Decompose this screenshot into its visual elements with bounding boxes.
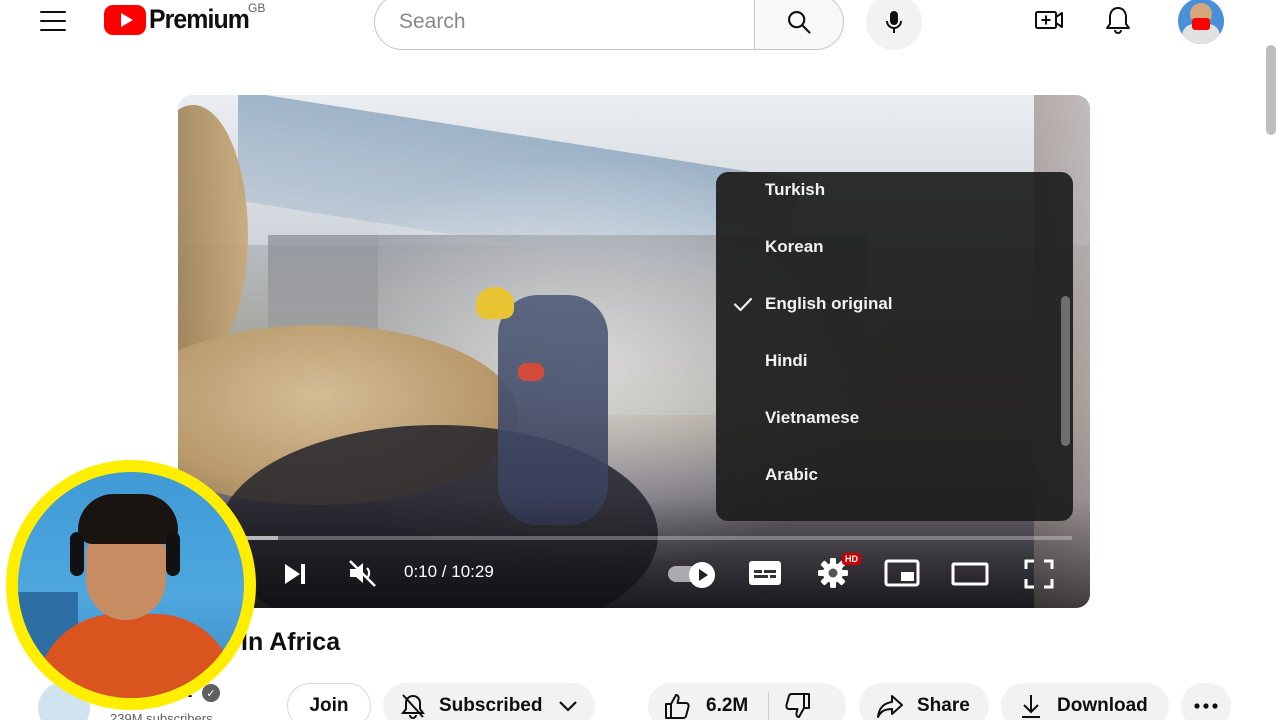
skip-next-icon — [285, 564, 305, 584]
logo-text: Premium — [149, 4, 250, 34]
account-avatar[interactable] — [1178, 0, 1224, 44]
like-count: 6.2M — [706, 695, 749, 716]
fullscreen-button[interactable] — [1022, 557, 1056, 591]
menu-item-arabic[interactable]: Arabic — [716, 446, 1056, 503]
menu-item-vietnamese[interactable]: Vietnamese — [716, 389, 1056, 446]
volume-muted-icon — [349, 560, 376, 587]
create-video-icon — [1035, 11, 1063, 29]
download-label: Download — [1057, 695, 1148, 716]
thumbs-up-icon — [665, 694, 690, 719]
menu-item-label: English original — [765, 293, 893, 313]
like-dislike-group: 6.2M — [648, 683, 846, 720]
share-icon — [875, 692, 905, 720]
search-button[interactable] — [754, 0, 844, 50]
next-button[interactable] — [280, 560, 310, 588]
menu-item-label: Korean — [765, 236, 824, 256]
divider — [768, 692, 770, 720]
more-horizontal-icon — [1194, 703, 1218, 709]
menu-item-english-original[interactable]: English original — [716, 275, 1056, 332]
dislike-button[interactable] — [783, 691, 813, 720]
notifications-button[interactable] — [1102, 4, 1134, 36]
chevron-down-icon — [558, 699, 578, 713]
region-code: GB — [248, 1, 266, 15]
theater-mode-button[interactable] — [951, 560, 989, 588]
bell-off-icon — [399, 692, 427, 720]
page-scrollbar[interactable] — [1266, 45, 1276, 135]
menu-item-turkish[interactable]: Turkish — [716, 172, 1056, 218]
menu-item-label: Vietnamese — [765, 407, 860, 427]
thumbs-down-icon — [785, 693, 811, 718]
time-display: 0:10 / 10:29 — [404, 562, 494, 581]
search-icon — [788, 11, 811, 34]
captions-icon — [749, 561, 781, 585]
voice-search-button[interactable] — [866, 0, 922, 50]
microphone-icon — [886, 11, 902, 33]
youtube-premium-logo[interactable]: Premium — [104, 4, 258, 35]
bell-icon — [1106, 7, 1130, 34]
menu-icon[interactable] — [38, 10, 68, 32]
audio-track-menu: Turkish Korean English original Hindi Vi… — [716, 172, 1073, 521]
subscribed-button[interactable]: Subscribed — [383, 683, 595, 720]
miniplayer-button[interactable] — [884, 558, 920, 588]
share-label: Share — [917, 695, 970, 716]
menu-scrollbar-thumb[interactable] — [1061, 296, 1070, 446]
more-actions-button[interactable] — [1181, 683, 1231, 720]
webcam-overlay — [6, 460, 256, 710]
join-button[interactable]: Join — [287, 683, 371, 720]
download-button[interactable]: Download — [1001, 683, 1169, 720]
create-button[interactable] — [1033, 4, 1065, 36]
menu-item-korean[interactable]: Korean — [716, 218, 1056, 275]
youtube-logo-icon — [104, 4, 146, 35]
hd-badge: HD — [842, 553, 861, 565]
fullscreen-icon — [1024, 559, 1054, 589]
youtube-watch-page: Premium GB Search Turkish Korean English… — [0, 0, 1280, 720]
checkmark-icon — [733, 297, 753, 311]
menu-item-hindi[interactable]: Hindi — [716, 332, 1056, 389]
menu-item-label: Hindi — [765, 350, 808, 370]
search-input[interactable]: Search — [374, 0, 754, 50]
share-button[interactable]: Share — [859, 683, 989, 720]
play-icon — [699, 569, 708, 581]
subtitles-button[interactable] — [746, 558, 784, 588]
menu-item-label: Arabic — [765, 464, 818, 484]
miniplayer-icon — [884, 559, 920, 587]
mute-button[interactable] — [346, 558, 378, 588]
subscribed-label: Subscribed — [439, 695, 543, 716]
menu-item-label: Turkish — [765, 179, 826, 199]
download-icon — [1019, 692, 1043, 720]
search-bar: Search — [374, 0, 844, 50]
progress-bar[interactable] — [190, 536, 1072, 540]
autoplay-toggle[interactable] — [668, 562, 718, 588]
join-label: Join — [309, 695, 349, 716]
like-button[interactable] — [662, 691, 692, 720]
theater-mode-icon — [951, 562, 989, 586]
video-title: In Africa — [241, 628, 341, 656]
subscriber-count: 239M subscribers — [110, 711, 213, 720]
